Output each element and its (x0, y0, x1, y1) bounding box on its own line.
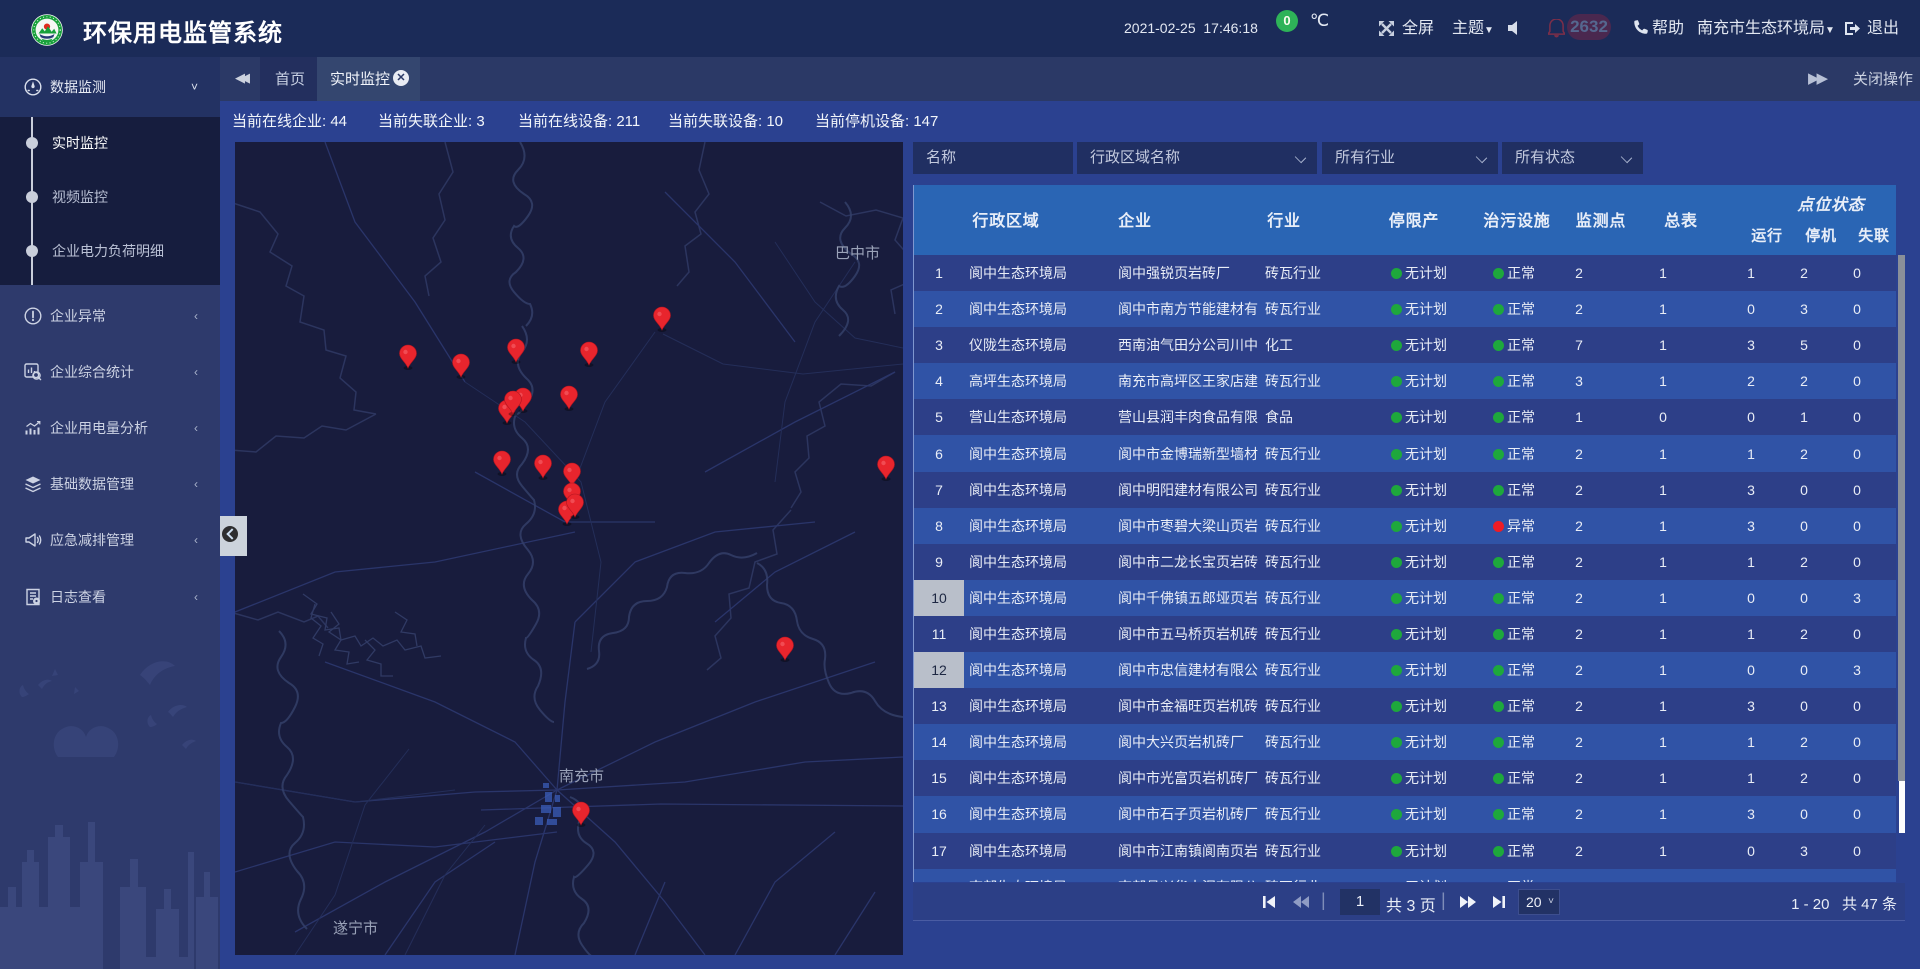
svg-text:巴中市: 巴中市 (835, 245, 880, 262)
svg-text:遂宁市: 遂宁市 (333, 920, 378, 937)
svg-text:南充市: 南充市 (559, 768, 604, 785)
